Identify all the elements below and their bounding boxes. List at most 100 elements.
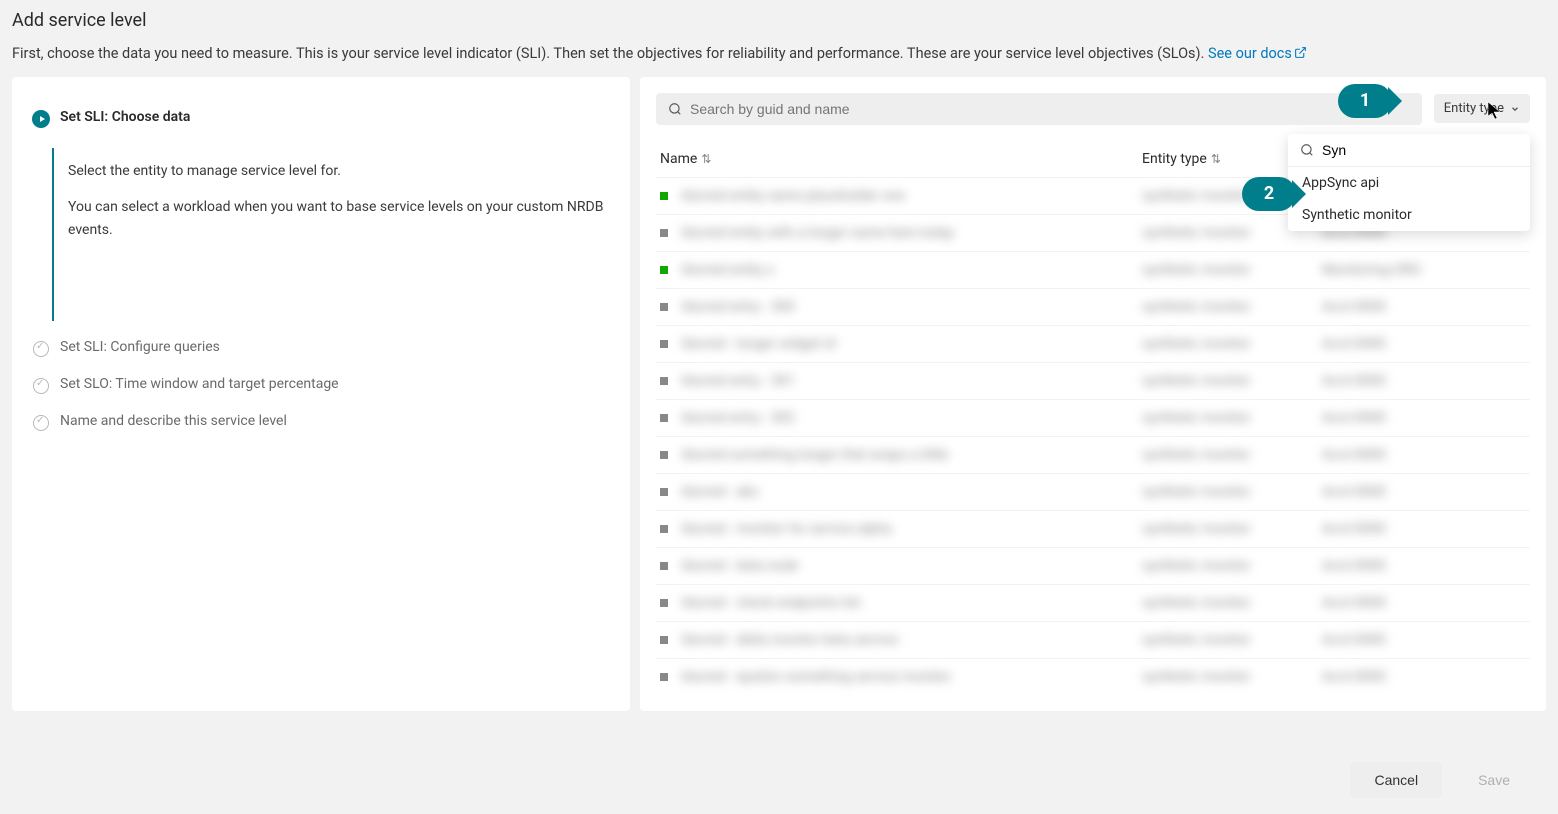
page-subtitle: First, choose the data you need to measu…	[12, 43, 1546, 65]
entity-type-value: synthetic monitor	[1142, 632, 1251, 648]
step-body: Select the entity to manage service leve…	[52, 148, 620, 321]
dropdown-item-synthetic[interactable]: Synthetic monitor	[1288, 199, 1530, 231]
save-button[interactable]: Save	[1454, 762, 1534, 798]
column-name[interactable]: Name ⇅	[660, 151, 1142, 167]
table-row[interactable]: blurred something longer that wraps a li…	[656, 436, 1530, 473]
status-indicator	[660, 599, 668, 607]
account-value: Acct-0000	[1322, 521, 1386, 537]
subtitle-text: First, choose the data you need to measu…	[12, 45, 1208, 62]
status-indicator	[660, 192, 668, 200]
entity-type-value: synthetic monitor	[1142, 336, 1251, 352]
entity-name: blurred - delta monitor beta service	[682, 632, 898, 648]
table-row[interactable]: blurred entry - 300 synthetic monitor Ac…	[656, 288, 1530, 325]
step-time-window[interactable]: Set SLO: Time window and target percenta…	[22, 376, 620, 395]
entity-name: blurred - longer widget id	[682, 336, 836, 352]
table-row[interactable]: blurred entry - 302 synthetic monitor Ac…	[656, 399, 1530, 436]
entity-type-label: Entity type	[1444, 101, 1504, 116]
entity-name: blurred something longer that wraps a li…	[682, 447, 948, 463]
entity-type-value: synthetic monitor	[1142, 558, 1251, 574]
entity-type-value: synthetic monitor	[1142, 595, 1251, 611]
entity-type-dropdown-button[interactable]: Entity type AppSync api Synthetic monito…	[1434, 94, 1530, 123]
status-indicator	[660, 229, 668, 237]
status-indicator	[660, 636, 668, 644]
status-indicator	[660, 340, 668, 348]
footer: Cancel Save	[0, 746, 1558, 814]
search-icon	[1300, 143, 1314, 157]
entity-type-value: synthetic monitor	[1142, 262, 1251, 278]
search-icon	[668, 102, 682, 116]
step-pending-icon	[33, 341, 49, 357]
entity-name: blurred entity name placeholder one	[682, 188, 905, 204]
entity-type-value: synthetic monitor	[1142, 521, 1251, 537]
dropdown-item-appsync[interactable]: AppSync api	[1288, 167, 1530, 199]
docs-link-label: See our docs	[1208, 45, 1292, 62]
step-name-describe[interactable]: Name and describe this service level	[22, 413, 620, 432]
status-indicator	[660, 303, 668, 311]
status-indicator	[660, 414, 668, 422]
step-instruction-2: You can select a workload when you want …	[68, 196, 612, 241]
account-value: Acct-0000	[1322, 484, 1386, 500]
entity-name: blurred entity with a longer name here t…	[682, 225, 954, 241]
table-row[interactable]: blurred - check endpoints list synthetic…	[656, 584, 1530, 621]
step-configure-queries[interactable]: Set SLI: Configure queries	[22, 339, 620, 358]
step-label: Set SLO: Time window and target percenta…	[60, 376, 339, 392]
status-indicator	[660, 525, 668, 533]
page-title: Add service level	[12, 10, 1546, 31]
entity-type-dropdown: AppSync api Synthetic monitor	[1288, 134, 1530, 231]
status-indicator	[660, 673, 668, 681]
step-choose-data[interactable]: Set SLI: Choose data	[22, 109, 620, 128]
docs-link[interactable]: See our docs	[1208, 45, 1307, 62]
entity-name: blurred - beta node	[682, 558, 798, 574]
account-value: Acct-0000	[1322, 558, 1386, 574]
account-value: Acct-0000	[1322, 669, 1386, 685]
entity-type-value: synthetic monitor	[1142, 373, 1251, 389]
status-indicator	[660, 377, 668, 385]
entity-name: blurred entry - 302	[682, 410, 795, 426]
callout-1: 1	[1338, 84, 1392, 118]
account-value: Acct-0000	[1322, 410, 1386, 426]
dropdown-search[interactable]	[1288, 134, 1530, 167]
entity-type-value: synthetic monitor	[1142, 447, 1251, 463]
entity-name: blurred - epsilon something service moni…	[682, 669, 951, 685]
account-value: Acct-0000	[1322, 373, 1386, 389]
entity-panel: 1 2 Entity type AppSync api Synthetic mo…	[640, 77, 1546, 711]
account-value: Monitoring-ORG	[1322, 262, 1421, 278]
table-row[interactable]: blurred - monitor for service alpha synt…	[656, 510, 1530, 547]
status-indicator	[660, 562, 668, 570]
account-value: Acct-0000	[1322, 336, 1386, 352]
table-row[interactable]: blurred - abc synthetic monitor Acct-000…	[656, 473, 1530, 510]
status-indicator	[660, 266, 668, 274]
step-label: Name and describe this service level	[60, 413, 287, 429]
col-name-label: Name	[660, 151, 697, 167]
entity-type-value: synthetic monitor	[1142, 188, 1251, 204]
account-value: Acct-0000	[1322, 595, 1386, 611]
table-row[interactable]: blurred - epsilon something service moni…	[656, 658, 1530, 695]
search-input[interactable]	[690, 101, 1410, 117]
dropdown-search-input[interactable]	[1322, 142, 1518, 158]
entity-name: blurred entity x	[682, 262, 774, 278]
table-row[interactable]: blurred entity x synthetic monitor Monit…	[656, 251, 1530, 288]
steps-panel: Set SLI: Choose data Select the entity t…	[12, 77, 630, 711]
table-row[interactable]: blurred entry - 301 synthetic monitor Ac…	[656, 362, 1530, 399]
step-pending-icon	[33, 415, 49, 431]
table-row[interactable]: blurred - delta monitor beta service syn…	[656, 621, 1530, 658]
entity-name: blurred - check endpoints list	[682, 595, 861, 611]
account-value: Acct-0000	[1322, 447, 1386, 463]
search-input-container[interactable]	[656, 93, 1422, 125]
step-label: Set SLI: Configure queries	[60, 339, 220, 355]
entity-name: blurred entry - 300	[682, 299, 795, 315]
entity-name: blurred - abc	[682, 484, 759, 500]
sort-icon: ⇅	[701, 152, 711, 166]
cancel-button[interactable]: Cancel	[1350, 762, 1442, 798]
entity-type-value: synthetic monitor	[1142, 410, 1251, 426]
table-row[interactable]: blurred - longer widget id synthetic mon…	[656, 325, 1530, 362]
table-row[interactable]: blurred - beta node synthetic monitor Ac…	[656, 547, 1530, 584]
table-body: blurred entity name placeholder one synt…	[656, 177, 1530, 695]
step-instruction-1: Select the entity to manage service leve…	[68, 160, 612, 182]
col-type-label: Entity type	[1142, 151, 1207, 167]
entity-type-value: synthetic monitor	[1142, 484, 1251, 500]
entity-type-value: synthetic monitor	[1142, 669, 1251, 685]
chevron-down-icon	[1510, 104, 1520, 114]
step-label: Set SLI: Choose data	[60, 109, 190, 125]
status-indicator	[660, 451, 668, 459]
